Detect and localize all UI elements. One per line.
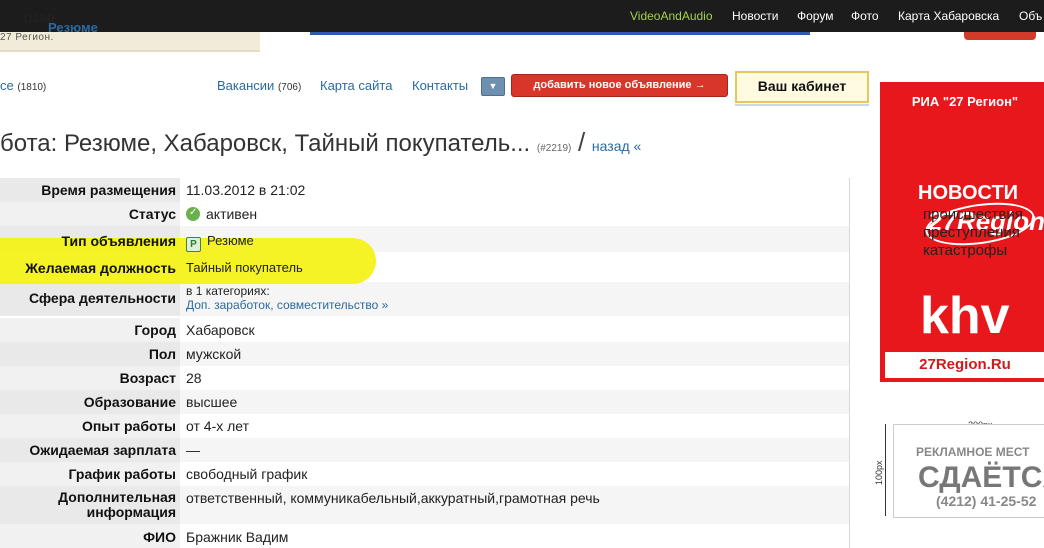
row-label: Желаемая должность (25, 260, 176, 276)
value-cell-bg (180, 342, 850, 366)
ad-top-text: РИА "27 Регион" (911, 94, 1019, 109)
row-value: Хабаровск (186, 322, 255, 338)
row-label: График работы (68, 466, 177, 482)
title-separator: / (578, 127, 586, 157)
row-label: Статус (128, 206, 176, 222)
tab-resume-label: Резюме (48, 20, 98, 35)
page-title: бота: Резюме, Хабаровск, Тайный покупате… (0, 127, 641, 158)
ad-line: катастрофы (923, 242, 1008, 259)
ad-banner[interactable]: РИА "27 Регион" 27Region НОВОСТИ происше… (880, 82, 1044, 382)
placeholder-line1: РЕКЛАМНОЕ МЕСТ (916, 445, 1030, 459)
category-link[interactable]: Доп. заработок, совместительство » (186, 298, 388, 312)
row-value: — (186, 442, 200, 458)
check-circle-icon (186, 207, 200, 221)
table-right-border (849, 178, 850, 548)
row-value: Бражник Вадим (186, 529, 289, 545)
row-label: Дополнительная информация (0, 490, 176, 520)
row-label: Тип объявления (61, 233, 176, 249)
topnav-photo[interactable]: Фото (851, 9, 879, 23)
row-value: 11.03.2012 в 21:02 (186, 182, 306, 198)
row-value-status: активен (186, 206, 257, 222)
ad-line: преступления (923, 224, 1020, 241)
row-label-line2: информация (86, 504, 176, 520)
page-title-text: бота: Резюме, Хабаровск, Тайный покупате… (0, 130, 531, 157)
topnav-news[interactable]: Новости (732, 9, 778, 23)
topnav-map[interactable]: Карта Хабаровска (898, 9, 999, 23)
ad-headline: НОВОСТИ (918, 182, 1019, 204)
row-value: мужской (186, 346, 242, 362)
top-navbar: VideoAndAudio Новости Форум Фото Карта Х… (0, 0, 1044, 32)
ad-bottom-text: 27Region.Ru (885, 352, 1044, 378)
tab-all-label: се (0, 78, 14, 93)
ad-placeholder[interactable]: РЕКЛАМНОЕ МЕСТ СДАЁТСЯ (4212) 41-25-52 (893, 424, 1044, 518)
row-value: свободный график (186, 466, 308, 482)
dimension-height-line (885, 424, 886, 516)
type-value: Резюме (207, 233, 254, 248)
status-value: активен (206, 206, 258, 222)
row-label: Время размещения (41, 182, 176, 198)
dimension-height-label: 100px (874, 460, 884, 485)
top-red-button[interactable] (964, 32, 1036, 40)
tab-all[interactable]: се (1810) (0, 78, 46, 93)
row-label: Пол (148, 346, 176, 362)
header-banner-strip (310, 32, 810, 35)
add-ad-button[interactable]: добавить новое объявление → (511, 74, 728, 97)
row-value: 28 (186, 370, 202, 386)
region-label: 27 Регион. (0, 32, 54, 43)
row-value: ответственный, коммуникабельный,аккуратн… (186, 490, 600, 506)
chevron-down-icon[interactable]: ▼ (481, 77, 505, 96)
tab-sitemap[interactable]: Карта сайта (320, 78, 392, 93)
tab-underline (735, 104, 869, 106)
row-value: высшее (186, 394, 238, 410)
topnav-forum[interactable]: Форум (797, 9, 833, 23)
topnav-videoandaudio[interactable]: VideoAndAudio (630, 9, 713, 23)
cabinet-button[interactable]: Ваш кабинет (735, 71, 869, 103)
row-label: Ожидаемая зарплата (29, 442, 176, 458)
ad-number: (#2219) (536, 143, 572, 154)
ad-big-text: khv (920, 287, 1010, 345)
tab-all-count: (1810) (17, 82, 47, 93)
tab-vacancies-count: (706) (277, 82, 302, 93)
tab-vacancies[interactable]: Вакансии (706) (217, 78, 301, 93)
row-label: Опыт работы (81, 418, 176, 434)
row-value: от 4-х лет (186, 418, 250, 434)
row-value-type: P Резюме (186, 233, 254, 252)
row-label: Город (134, 322, 176, 338)
tab-vacancies-label: Вакансии (217, 78, 275, 93)
row-label: ФИО (143, 529, 176, 545)
resume-type-icon: P (186, 237, 201, 252)
row-label: Образование (83, 394, 176, 410)
row-label-line1: Дополнительная (58, 489, 176, 505)
value-cell-bg (180, 390, 850, 414)
row-label: Возраст (119, 370, 176, 386)
placeholder-phone: (4212) 41-25-52 (936, 493, 1037, 509)
topnav-ads[interactable]: Объ (1019, 9, 1042, 23)
row-label: Сфера деятельности (28, 290, 176, 306)
row-value: Тайный покупатель (186, 260, 303, 275)
ad-line: происшествия (923, 206, 1023, 223)
value-cell-bg (180, 438, 850, 462)
category-count: в 1 категориях: (186, 284, 270, 298)
tab-contacts[interactable]: Контакты (412, 78, 468, 93)
back-link[interactable]: назад « (592, 138, 641, 154)
placeholder-line2: СДАЁТСЯ (918, 461, 1044, 494)
